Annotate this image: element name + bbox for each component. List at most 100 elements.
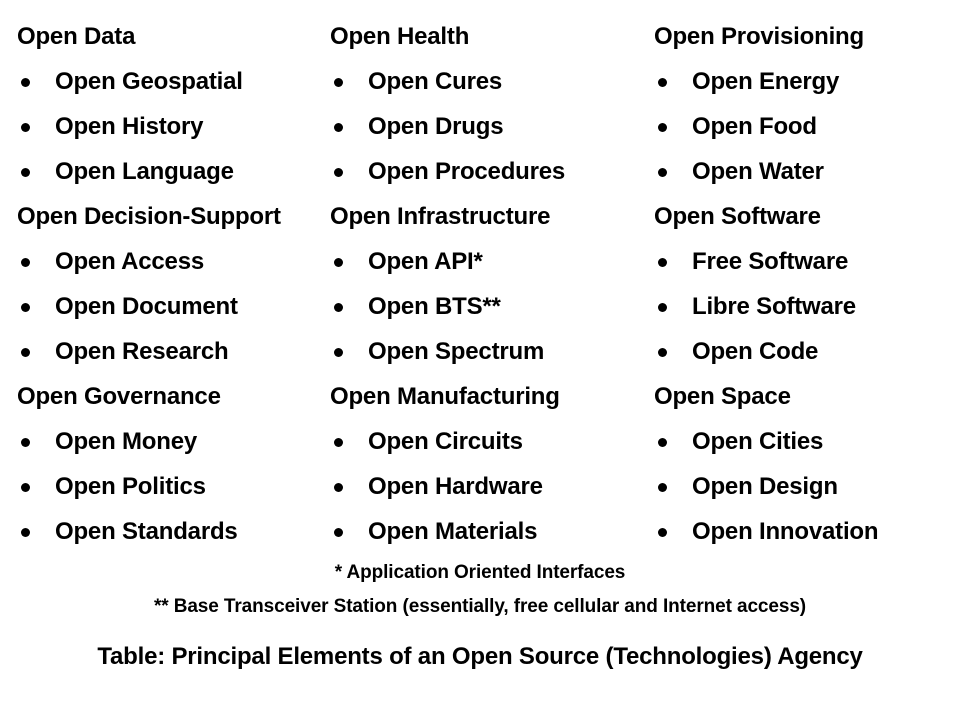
- category-group: Open Governance Open Money Open Politics Op…: [17, 374, 326, 554]
- list-item: Open Design: [654, 464, 960, 509]
- list-item: Open Innovation: [654, 509, 960, 554]
- list-item: Free Software: [654, 239, 960, 284]
- list-item: Open Cities: [654, 419, 960, 464]
- bullet-dot-icon: [21, 167, 30, 177]
- category-group: Open Provisioning Open Energy Open Food Ope…: [654, 14, 960, 194]
- bullet-dot-icon: [21, 347, 30, 357]
- bullet-dot-icon: [658, 482, 667, 492]
- list-item: Open Money: [17, 419, 326, 464]
- list-item: Open Water: [654, 149, 960, 194]
- category-group: Open Software Free Software Libre Software…: [654, 194, 960, 374]
- bullet-dot-icon: [21, 482, 30, 492]
- list-item: Open Geospatial: [17, 59, 326, 104]
- category-header: Open Provisioning: [654, 23, 864, 50]
- category-header: Open Space: [654, 383, 791, 410]
- list-item-label: Free Software: [692, 248, 849, 275]
- list-item-label: Libre Software: [692, 293, 856, 320]
- table-column-1: Open Health Open Cures Open Drugs Open Proc…: [326, 14, 646, 554]
- category-group: Open Manufacturing Open Circuits Open Hard…: [330, 374, 646, 554]
- bullet-dot-icon: [21, 302, 30, 312]
- list-item-label: Open Language: [55, 158, 234, 185]
- list-item-label: Open Research: [55, 338, 229, 365]
- list-item-label: Open Document: [55, 293, 238, 320]
- list-item-label: Open Hardware: [368, 473, 543, 500]
- bullet-dot-icon: [334, 167, 343, 177]
- table-column-2: Open Provisioning Open Energy Open Food Ope…: [646, 14, 960, 554]
- category-item-list: Open API* Open BTS** Open Spectrum: [330, 239, 646, 374]
- bullet-dot-icon: [658, 302, 667, 312]
- bullet-dot-icon: [334, 77, 343, 87]
- list-item: Open Hardware: [330, 464, 646, 509]
- list-item-label: Open Standards: [55, 518, 238, 545]
- list-item: Open History: [17, 104, 326, 149]
- list-item-label: Open Food: [692, 113, 817, 140]
- category-header: Open Governance: [17, 383, 221, 410]
- list-item: Open Spectrum: [330, 329, 646, 374]
- category-header: Open Software: [654, 203, 821, 230]
- category-header: Open Health: [330, 23, 470, 50]
- bullet-dot-icon: [334, 257, 343, 267]
- table-caption: Table: Principal Elements of an Open Sou…: [97, 643, 863, 670]
- list-item: Open Food: [654, 104, 960, 149]
- bullet-dot-icon: [658, 437, 667, 447]
- footnote: ** Base Transceiver Station (essentially…: [153, 596, 807, 617]
- table-column-0: Open Data Open Geospatial Open History Open…: [0, 14, 326, 554]
- bullet-dot-icon: [21, 77, 30, 87]
- bullet-dot-icon: [21, 437, 30, 447]
- list-item: Open Materials: [330, 509, 646, 554]
- bullet-dot-icon: [21, 527, 30, 537]
- list-item-label: Open Energy: [692, 68, 840, 95]
- table-figure: Open Data Open Geospatial Open History Open…: [0, 0, 960, 720]
- list-item-label: Open Design: [692, 473, 838, 500]
- category-group: Open Decision-Support Open Access Open Doc…: [17, 194, 326, 374]
- category-item-list: Open Circuits Open Hardware Open Materials: [330, 419, 646, 554]
- bullet-dot-icon: [658, 347, 667, 357]
- list-item: Open Language: [17, 149, 326, 194]
- category-item-list: Open Cities Open Design Open Innovation: [654, 419, 960, 554]
- list-item-label: Open Politics: [55, 473, 206, 500]
- bullet-dot-icon: [334, 482, 343, 492]
- bullet-dot-icon: [334, 302, 343, 312]
- list-item-label: Open Materials: [368, 518, 538, 545]
- bullet-dot-icon: [658, 122, 667, 132]
- list-item-label: Open Money: [55, 428, 198, 455]
- list-item: Open Document: [17, 284, 326, 329]
- list-item-label: Open Cures: [368, 68, 503, 95]
- list-item: Libre Software: [654, 284, 960, 329]
- category-group: Open Infrastructure Open API* Open BTS** Op…: [330, 194, 646, 374]
- list-item-label: Open Code: [692, 338, 819, 365]
- list-item: Open Access: [17, 239, 326, 284]
- list-item-label: Open BTS**: [368, 293, 501, 320]
- category-item-list: Open Geospatial Open History Open Language: [17, 59, 326, 194]
- bullet-dot-icon: [21, 257, 30, 267]
- bullet-dot-icon: [658, 77, 667, 87]
- footnotes: * Application Oriented Interfaces ** Base…: [0, 556, 960, 624]
- list-item: Open BTS**: [330, 284, 646, 329]
- category-header: Open Data: [17, 23, 136, 50]
- list-item-label: Open Procedures: [368, 158, 566, 185]
- category-header: Open Manufacturing: [330, 383, 560, 410]
- category-group: Open Health Open Cures Open Drugs Open Proc…: [330, 14, 646, 194]
- list-item-label: Open API*: [368, 248, 483, 275]
- list-item: Open Procedures: [330, 149, 646, 194]
- category-item-list: Open Money Open Politics Open Standards: [17, 419, 326, 554]
- list-item: Open Standards: [17, 509, 326, 554]
- list-item-label: Open Water: [692, 158, 824, 185]
- list-item: Open Circuits: [330, 419, 646, 464]
- category-item-list: Open Access Open Document Open Research: [17, 239, 326, 374]
- footnote: * Application Oriented Interfaces: [334, 562, 626, 583]
- bullet-dot-icon: [658, 167, 667, 177]
- list-item: Open Research: [17, 329, 326, 374]
- bullet-dot-icon: [658, 257, 667, 267]
- bullet-dot-icon: [658, 527, 667, 537]
- list-item: Open Politics: [17, 464, 326, 509]
- bullet-dot-icon: [334, 347, 343, 357]
- bullet-dot-icon: [334, 527, 343, 537]
- category-header: Open Decision-Support: [17, 203, 281, 230]
- list-item: Open API*: [330, 239, 646, 284]
- table-columns: Open Data Open Geospatial Open History Open…: [0, 14, 960, 554]
- bullet-dot-icon: [334, 122, 343, 132]
- category-item-list: Open Energy Open Food Open Water: [654, 59, 960, 194]
- list-item: Open Cures: [330, 59, 646, 104]
- bullet-dot-icon: [334, 437, 343, 447]
